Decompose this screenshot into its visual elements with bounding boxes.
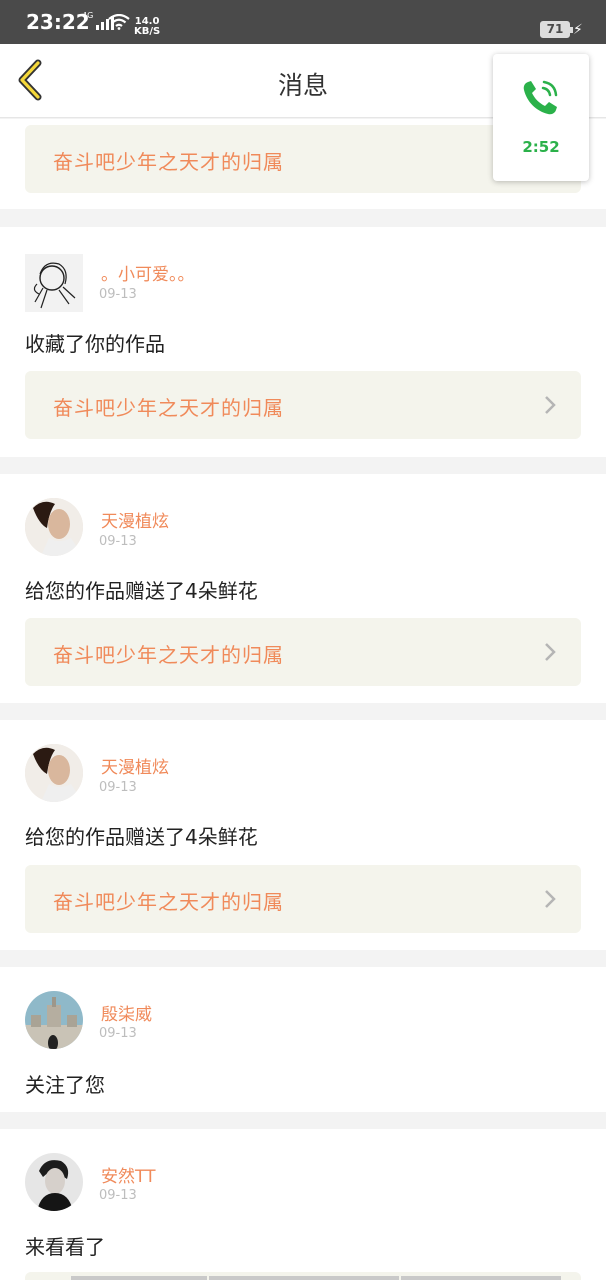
- work-title: 奋斗吧少年之天才的归属: [53, 396, 284, 420]
- avatar[interactable]: [25, 1153, 83, 1211]
- avatar[interactable]: [25, 254, 83, 312]
- message-date: 09-13: [99, 287, 137, 302]
- chevron-right-icon: [545, 396, 556, 414]
- avatar[interactable]: [25, 991, 83, 1049]
- message-card: 殷柒威 09-13 关注了您: [0, 967, 606, 1112]
- avatar[interactable]: [25, 744, 83, 802]
- message-text: 给您的作品赠送了4朵鲜花: [25, 579, 258, 603]
- network-speed: 14.0 KB/S: [134, 16, 161, 37]
- work-link[interactable]: 奋斗吧少年之天才的归属: [25, 371, 581, 439]
- user-name[interactable]: 。小可爱。。: [101, 260, 195, 285]
- work-title: 奋斗吧少年之天才的归属: [53, 150, 284, 174]
- charging-bolt-icon: ⚡: [573, 22, 583, 38]
- network-type: 4G: [82, 11, 94, 20]
- battery-indicator: 71: [540, 21, 573, 38]
- message-date: 09-13: [99, 1026, 137, 1041]
- message-card: 天漫植炫 09-13 给您的作品赠送了4朵鲜花 奋斗吧少年之天才的归属: [0, 720, 606, 950]
- user-name[interactable]: 殷柒威: [101, 1000, 152, 1025]
- status-bar: 23:22 4G 14.0 KB/S 71 ⚡: [0, 0, 606, 44]
- call-duration: 2:52: [522, 138, 560, 156]
- call-floating-widget[interactable]: 2:52: [493, 54, 589, 181]
- work-link[interactable]: [25, 1272, 581, 1280]
- message-text: 给您的作品赠送了4朵鲜花: [25, 825, 258, 849]
- message-date: 09-13: [99, 534, 137, 549]
- message-text: 来看看了: [25, 1235, 105, 1259]
- message-card: 。小可爱。。 09-13 收藏了你的作品 奋斗吧少年之天才的归属: [0, 227, 606, 457]
- message-text: 关注了您: [25, 1073, 105, 1097]
- phone-call-icon: [523, 80, 558, 115]
- status-time: 23:22: [26, 10, 90, 34]
- avatar[interactable]: [25, 498, 83, 556]
- work-title: 奋斗吧少年之天才的归属: [53, 890, 284, 914]
- message-text: 收藏了你的作品: [25, 332, 165, 356]
- message-card: 天漫植炫 09-13 给您的作品赠送了4朵鲜花 奋斗吧少年之天才的归属: [0, 474, 606, 703]
- message-date: 09-13: [99, 1188, 137, 1203]
- user-name[interactable]: 天漫植炫: [101, 753, 169, 778]
- chevron-right-icon: [545, 890, 556, 908]
- work-link[interactable]: 奋斗吧少年之天才的归属: [25, 865, 581, 933]
- message-date: 09-13: [99, 780, 137, 795]
- work-title: 奋斗吧少年之天才的归属: [53, 643, 284, 667]
- chevron-right-icon: [545, 643, 556, 661]
- user-name[interactable]: 天漫植炫: [101, 507, 169, 532]
- user-name[interactable]: 安然TT: [101, 1162, 155, 1187]
- wifi-icon: [108, 14, 130, 30]
- message-card: 安然TT 09-13 来看看了: [0, 1129, 606, 1280]
- work-link[interactable]: 奋斗吧少年之天才的归属: [25, 618, 581, 686]
